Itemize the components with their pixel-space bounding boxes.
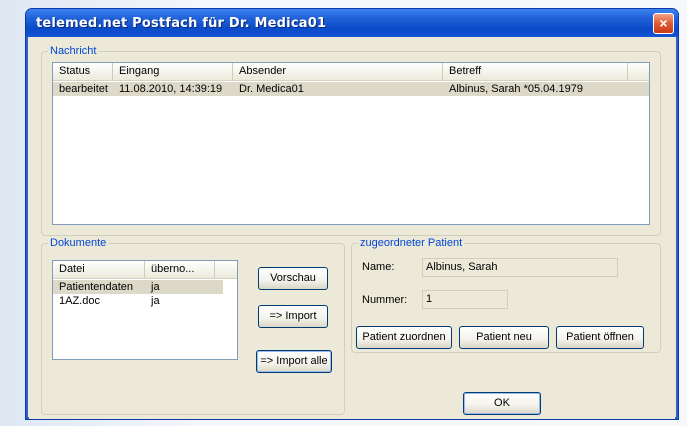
ok-button[interactable]: OK [463,392,541,415]
document-list[interactable]: Datei überno... Patientendaten ja 1AZ.do… [52,260,238,360]
title-bar[interactable]: telemed.net Postfach für Dr. Medica01 × [26,9,678,37]
list-item[interactable]: 1AZ.doc ja [53,294,237,308]
cell-absender: Dr. Medica01 [239,83,304,95]
nachricht-group-label: Nachricht [48,45,99,57]
cell-uebernommen: ja [151,281,160,293]
window-title: telemed.net Postfach für Dr. Medica01 [36,16,327,31]
vorschau-button[interactable]: Vorschau [258,267,328,290]
nummer-field: 1 [422,290,508,309]
cell-datei: 1AZ.doc [59,295,100,307]
nachricht-group: Nachricht Status Eingang Absender Betref… [41,45,661,236]
column-uebernommen[interactable]: überno... [145,261,215,279]
import-button[interactable]: => Import [258,305,328,328]
list-item[interactable]: Patientendaten ja [53,280,223,294]
mailbox-dialog: telemed.net Postfach für Dr. Medica01 × … [25,8,679,420]
message-list-header: Status Eingang Absender Betreff [53,63,649,81]
column-filler [215,261,237,279]
cell-betreff: Albinus, Sarah *05.04.1979 [449,83,583,95]
message-list[interactable]: Status Eingang Absender Betreff bearbeit… [52,62,650,225]
close-icon[interactable]: × [653,13,674,34]
patient-neu-button[interactable]: Patient neu [459,326,549,349]
name-field: Albinus, Sarah [422,258,618,277]
patient-group-label: zugeordneter Patient [358,237,465,249]
column-absender[interactable]: Absender [233,63,443,81]
document-list-header: Datei überno... [53,261,237,279]
nummer-label: Nummer: [362,294,408,306]
cell-eingang: 11.08.2010, 14:39:19 [119,83,223,95]
import-alle-button[interactable]: => Import alle [256,350,332,373]
column-datei[interactable]: Datei [53,261,145,279]
column-eingang[interactable]: Eingang [113,63,233,81]
dialog-body: Nachricht Status Eingang Absender Betref… [29,37,675,419]
dokumente-group-label: Dokumente [48,237,109,249]
patient-zuordnen-button[interactable]: Patient zuordnen [356,326,452,349]
column-status[interactable]: Status [53,63,113,81]
column-filler [628,63,649,81]
cell-datei: Patientendaten [59,281,134,293]
column-betreff[interactable]: Betreff [443,63,628,81]
cell-uebernommen: ja [151,295,160,307]
name-label: Name: [362,261,395,273]
table-row[interactable]: bearbeitet 11.08.2010, 14:39:19 Dr. Medi… [53,82,649,96]
patient-oeffnen-button[interactable]: Patient öffnen [556,326,644,349]
cell-status: bearbeitet [59,83,108,95]
